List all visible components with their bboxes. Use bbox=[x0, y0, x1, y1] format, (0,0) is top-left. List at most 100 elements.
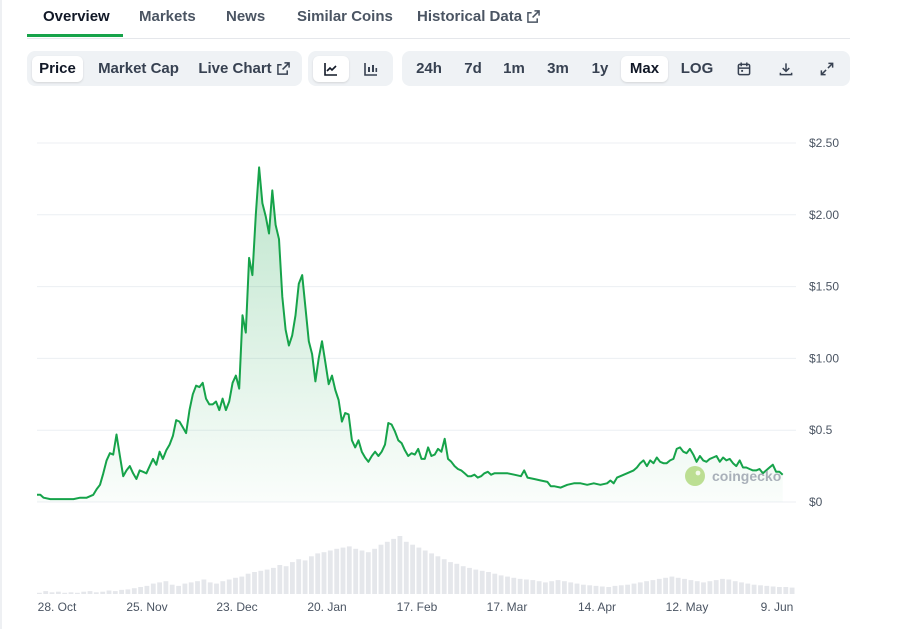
volume-bar bbox=[473, 569, 479, 594]
volume-bar bbox=[239, 576, 245, 594]
volume-bar bbox=[150, 583, 156, 594]
volume-bar bbox=[131, 588, 137, 594]
volume-bar bbox=[195, 581, 200, 594]
volume-bar bbox=[460, 566, 466, 594]
volume-bar bbox=[353, 548, 359, 594]
volume-bar bbox=[606, 587, 612, 594]
volume-bar bbox=[258, 570, 264, 594]
watermark: coingecko bbox=[685, 466, 781, 486]
x-tick-label: 20. Jan bbox=[307, 600, 346, 614]
volume-bar bbox=[283, 566, 289, 594]
volume-bar bbox=[612, 585, 618, 594]
x-tick-label: 17. Mar bbox=[487, 600, 528, 614]
volume-bar bbox=[359, 550, 365, 594]
volume-bar bbox=[397, 536, 403, 594]
y-tick-label: $0.5 bbox=[809, 423, 833, 437]
volume-bar bbox=[410, 544, 415, 594]
volume-bar bbox=[631, 583, 637, 594]
y-tick-label: $2.00 bbox=[809, 208, 839, 222]
volume-bar bbox=[467, 567, 472, 594]
volume-bar bbox=[327, 550, 333, 594]
volume-bar bbox=[587, 585, 593, 594]
volume-bar bbox=[207, 582, 213, 594]
volume-bar bbox=[599, 586, 605, 594]
volume-bar bbox=[574, 583, 580, 594]
volume-bar bbox=[448, 562, 453, 594]
volume-bar bbox=[650, 580, 656, 594]
volume-bar bbox=[530, 580, 536, 594]
volume-bar bbox=[435, 556, 441, 594]
volume-bar bbox=[511, 577, 517, 594]
volume-bar bbox=[505, 576, 510, 594]
volume-bar bbox=[581, 584, 586, 594]
x-tick-label: 23. Dec bbox=[216, 600, 257, 614]
x-tick-label: 25. Nov bbox=[126, 600, 167, 614]
volume-bar bbox=[271, 567, 276, 594]
price-area-fill bbox=[37, 167, 783, 502]
price-chart[interactable]: $0 $0.5 $1.00 $1.50 $2.00 $2.50 coingecko 28.… bbox=[0, 0, 910, 629]
volume-bar bbox=[81, 591, 87, 594]
coingecko-logo-eye bbox=[695, 470, 701, 476]
volume-bar bbox=[233, 577, 238, 594]
volume-bar bbox=[62, 592, 68, 594]
volume-bar bbox=[441, 559, 447, 594]
volume-bar bbox=[764, 585, 770, 594]
coingecko-logo-icon bbox=[685, 466, 705, 486]
volume-bar bbox=[157, 582, 162, 594]
volume-bar bbox=[220, 581, 226, 594]
volume-bar bbox=[315, 553, 321, 594]
volume-bars bbox=[37, 536, 795, 594]
volume-bar bbox=[739, 582, 744, 594]
volume-bar bbox=[758, 585, 763, 594]
volume-bar bbox=[783, 587, 789, 594]
watermark-text: coingecko bbox=[712, 468, 781, 484]
volume-bar bbox=[68, 592, 74, 594]
volume-bar bbox=[656, 578, 662, 594]
volume-bar bbox=[789, 587, 795, 594]
volume-bar bbox=[486, 572, 491, 594]
volume-bar bbox=[492, 573, 498, 594]
y-axis: $0 $0.5 $1.00 $1.50 $2.00 $2.50 bbox=[809, 136, 839, 509]
volume-bar bbox=[479, 570, 485, 594]
volume-bar bbox=[119, 589, 124, 594]
volume-bar bbox=[245, 573, 251, 594]
volume-bar bbox=[49, 592, 55, 594]
volume-bar bbox=[707, 581, 713, 594]
volume-bar bbox=[675, 577, 681, 594]
y-tick-label: $2.50 bbox=[809, 136, 839, 150]
x-tick-label: 12. May bbox=[666, 600, 709, 614]
volume-bar bbox=[252, 572, 257, 594]
volume-bar bbox=[422, 550, 428, 594]
volume-bar bbox=[264, 569, 270, 594]
volume-bar bbox=[549, 581, 555, 594]
y-tick-label: $1.00 bbox=[809, 351, 839, 365]
volume-bar bbox=[720, 578, 725, 594]
volume-bar bbox=[144, 585, 150, 594]
x-tick-label: 17. Feb bbox=[397, 600, 438, 614]
volume-bar bbox=[688, 580, 694, 594]
volume-bar bbox=[682, 578, 687, 594]
volume-bar bbox=[751, 584, 757, 594]
volume-bar bbox=[138, 587, 143, 594]
volume-bar bbox=[726, 579, 732, 594]
volume-bar bbox=[555, 580, 561, 594]
volume-bar bbox=[302, 560, 308, 594]
volume-bar bbox=[517, 578, 523, 594]
volume-bar bbox=[365, 552, 371, 594]
volume-bar bbox=[296, 559, 302, 594]
volume-bar bbox=[524, 579, 529, 594]
volume-bar bbox=[163, 581, 169, 594]
price-line bbox=[37, 166, 784, 501]
volume-bar bbox=[100, 591, 106, 594]
volume-bar bbox=[669, 576, 675, 594]
volume-bar bbox=[543, 582, 548, 594]
volume-bar bbox=[340, 547, 346, 594]
volume-bar bbox=[188, 582, 194, 594]
volume-bar bbox=[43, 591, 49, 594]
volume-bar bbox=[321, 552, 327, 594]
volume-bar bbox=[169, 584, 175, 594]
chart-gridlines bbox=[37, 142, 796, 503]
volume-bar bbox=[378, 544, 384, 594]
volume-bar bbox=[663, 577, 668, 594]
volume-bar bbox=[214, 583, 219, 594]
